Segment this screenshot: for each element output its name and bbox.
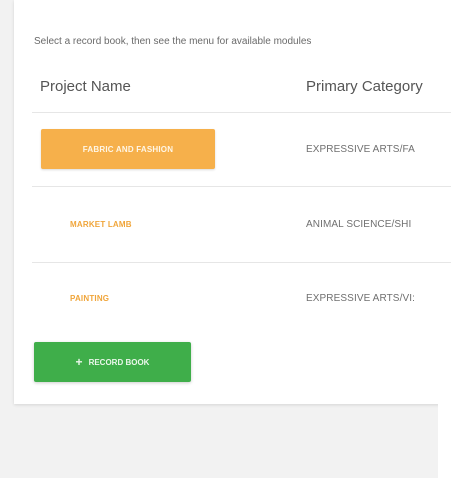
column-header-primary-category[interactable]: Primary Category [306, 78, 423, 95]
row-divider [32, 186, 451, 187]
header-divider [32, 112, 451, 113]
category-cell: EXPRESSIVE ARTS/VI: [306, 293, 415, 304]
category-cell: ANIMAL SCIENCE/SHI [306, 219, 412, 230]
right-edge-panel [438, 404, 451, 478]
instructions-text: Select a record book, then see the menu … [34, 36, 312, 47]
page: Select a record book, then see the menu … [0, 0, 451, 478]
add-record-book-label: RECORD BOOK [88, 357, 150, 367]
plus-icon: + [75, 355, 83, 369]
record-book-card: Select a record book, then see the menu … [14, 0, 451, 404]
add-record-book-button[interactable]: + RECORD BOOK [34, 342, 191, 382]
row-divider [32, 262, 451, 263]
project-button-painting[interactable]: PAINTING [41, 278, 215, 318]
project-button-fabric-and-fashion[interactable]: FABRIC AND FASHION [41, 129, 215, 169]
category-cell: EXPRESSIVE ARTS/FA [306, 144, 415, 155]
column-header-project-name[interactable]: Project Name [40, 78, 131, 95]
project-button-market-lamb[interactable]: MARKET LAMB [41, 204, 215, 244]
